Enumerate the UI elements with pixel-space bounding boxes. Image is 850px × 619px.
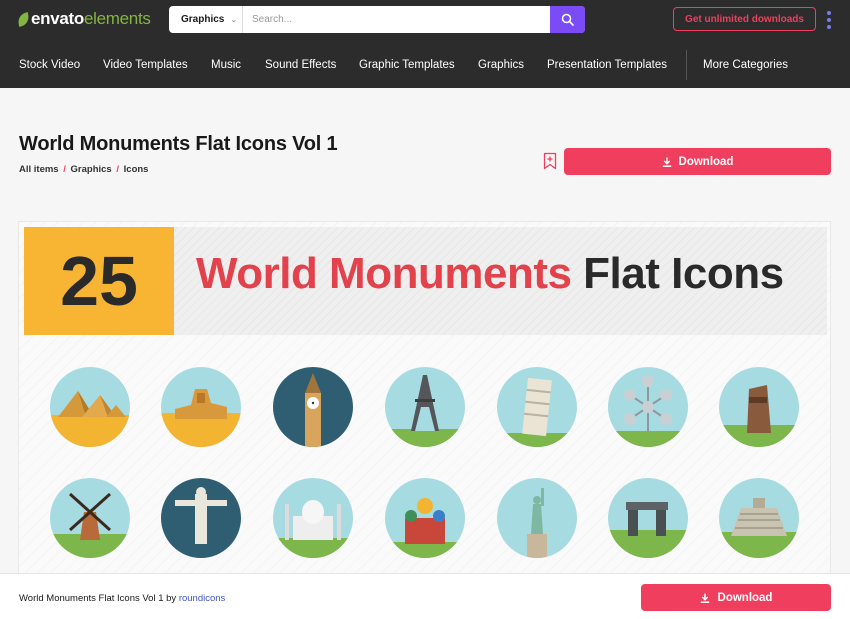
download-label: Download — [678, 155, 734, 168]
nav-stock-video[interactable]: Stock Video — [19, 59, 80, 71]
search-category-label: Graphics — [181, 14, 225, 25]
footer-download-label: Download — [717, 591, 773, 604]
envato-elements-logo[interactable]: envato elements — [16, 9, 151, 29]
nav-presentation-templates[interactable]: Presentation Templates — [547, 59, 667, 71]
breadcrumb: All items / Graphics / Icons — [19, 164, 148, 175]
stonehenge-icon — [608, 478, 688, 558]
moai-icon — [719, 367, 799, 447]
download-icon — [700, 593, 709, 603]
nav-graphic-templates[interactable]: Graphic Templates — [359, 59, 455, 71]
christ-redeemer-icon — [161, 478, 241, 558]
footer-by: by — [166, 593, 177, 604]
atomium-icon — [608, 367, 688, 447]
bookmark-add-icon[interactable] — [543, 152, 557, 170]
search-bar: Graphics ⌄ — [169, 6, 585, 33]
breadcrumb-separator: / — [116, 164, 119, 175]
nav-sound-effects[interactable]: Sound Effects — [265, 59, 336, 71]
nav-graphics[interactable]: Graphics — [478, 59, 524, 71]
breadcrumb-all-items[interactable]: All items — [19, 164, 59, 175]
footer-download-button[interactable]: Download — [641, 584, 831, 611]
footer-item-title: World Monuments Flat Icons Vol 1 — [19, 593, 164, 604]
preview-headline: World Monuments Flat Icons — [196, 249, 784, 299]
top-header: envatoelements Graphics ⌄ Get unlimited … — [0, 0, 850, 88]
windmill-icon — [50, 478, 130, 558]
download-icon — [662, 157, 671, 167]
nav-video-templates[interactable]: Video Templates — [103, 59, 188, 71]
icon-count-badge: 25 — [24, 227, 174, 335]
statue-of-liberty-icon — [497, 478, 577, 558]
st-basils-icon — [385, 478, 465, 558]
item-preview-image[interactable]: 25 World Monuments Flat Icons — [18, 221, 831, 581]
headline-dark: Flat Icons — [583, 249, 784, 298]
page-title: World Monuments Flat Icons Vol 1 — [19, 133, 338, 155]
preview-banner: 25 World Monuments Flat Icons — [24, 227, 827, 335]
pyramids-icon — [50, 367, 130, 447]
eiffel-tower-icon — [385, 367, 465, 447]
big-ben-icon — [273, 367, 353, 447]
search-button[interactable] — [550, 6, 585, 33]
breadcrumb-graphics[interactable]: Graphics — [71, 164, 112, 175]
author-link[interactable]: roundicons — [179, 593, 225, 604]
item-attribution: World Monuments Flat Icons Vol 1 by roun… — [19, 593, 225, 604]
logo-envato: envato — [31, 9, 84, 28]
chichen-itza-icon — [719, 478, 799, 558]
breadcrumb-icons[interactable]: Icons — [124, 164, 149, 175]
headline-red: World Monuments — [196, 249, 572, 298]
chevron-down-icon: ⌄ — [230, 15, 238, 24]
download-button[interactable]: Download — [564, 148, 831, 175]
nav-divider — [686, 50, 687, 80]
search-icon — [561, 13, 574, 26]
more-options-icon[interactable] — [826, 11, 832, 29]
nav-more-categories[interactable]: More Categories — [703, 59, 788, 71]
search-category-select[interactable]: Graphics ⌄ — [169, 6, 243, 33]
leaning-tower-icon — [497, 367, 577, 447]
taj-mahal-icon — [273, 478, 353, 558]
leaf-icon — [16, 11, 31, 27]
nav-music[interactable]: Music — [211, 59, 241, 71]
sticky-footer-bar: World Monuments Flat Icons Vol 1 by roun… — [0, 573, 850, 619]
get-unlimited-downloads-button[interactable]: Get unlimited downloads — [673, 7, 816, 31]
sphinx-icon — [161, 367, 241, 447]
breadcrumb-separator: / — [63, 164, 66, 175]
search-input[interactable] — [243, 6, 550, 33]
logo-elements: elements — [84, 9, 151, 28]
